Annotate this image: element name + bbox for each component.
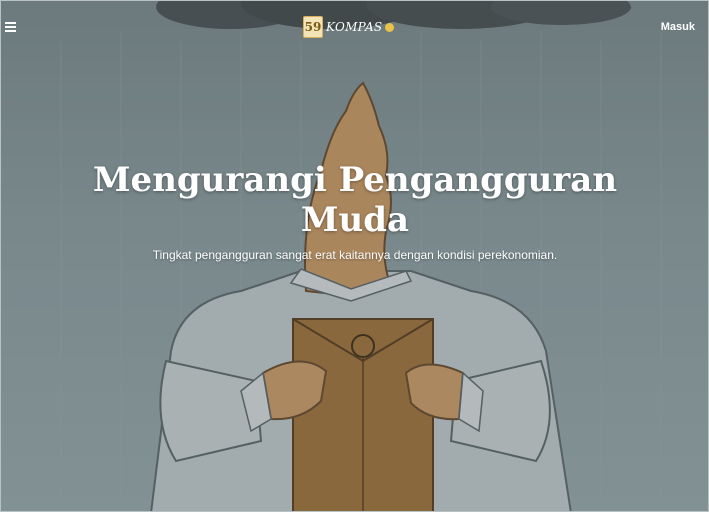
- kompas-seal-icon: [385, 22, 395, 32]
- top-navigation-bar: 59 KOMPAS Masuk: [0, 0, 709, 56]
- kompas-logo[interactable]: 59 KOMPAS: [303, 14, 399, 40]
- logo-anniversary-badge: 59: [303, 16, 323, 38]
- hamburger-menu-icon[interactable]: [4, 20, 18, 34]
- login-link[interactable]: Masuk: [661, 21, 695, 33]
- logo-wordmark: KOMPAS: [326, 20, 383, 34]
- article-title: Mengurangi Pengangguran Muda: [92, 160, 618, 240]
- article-deck: Tingkat pengangguran sangat erat kaitann…: [152, 248, 558, 262]
